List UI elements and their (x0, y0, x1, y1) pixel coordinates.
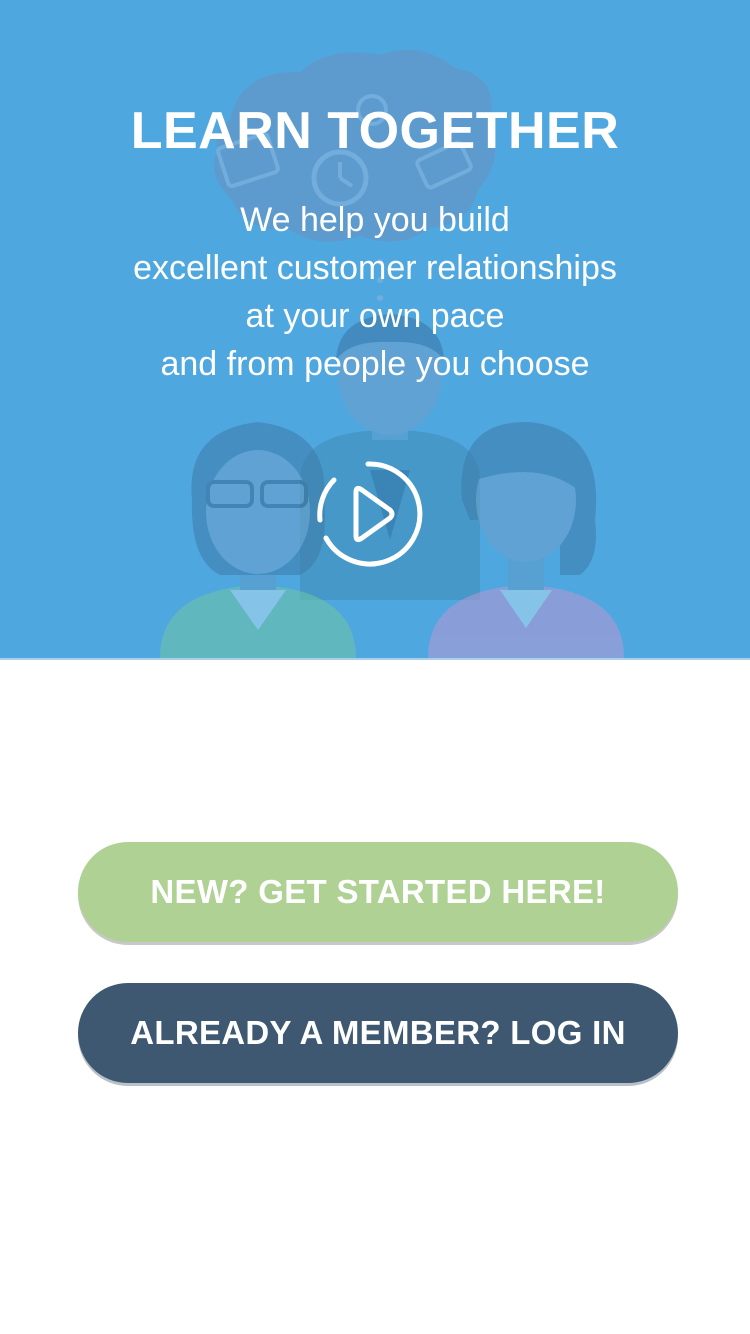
page-title: LEARN TOGETHER (130, 102, 620, 160)
tagline-line: excellent customer relationships (133, 249, 617, 287)
tagline-line: and from people you choose (160, 345, 590, 383)
play-video-button[interactable] (312, 458, 424, 570)
hero-banner: LEARN TOGETHER We help you build excelle… (0, 0, 750, 660)
play-circle-icon (317, 461, 423, 567)
login-button[interactable]: ALREADY A MEMBER? LOG IN (78, 983, 678, 1083)
get-started-button[interactable]: NEW? GET STARTED HERE! (78, 842, 678, 942)
hero-tagline: We help you build excellent customer rel… (0, 196, 750, 388)
tagline-line: at your own pace (245, 297, 505, 335)
tagline-line: We help you build (240, 201, 510, 239)
